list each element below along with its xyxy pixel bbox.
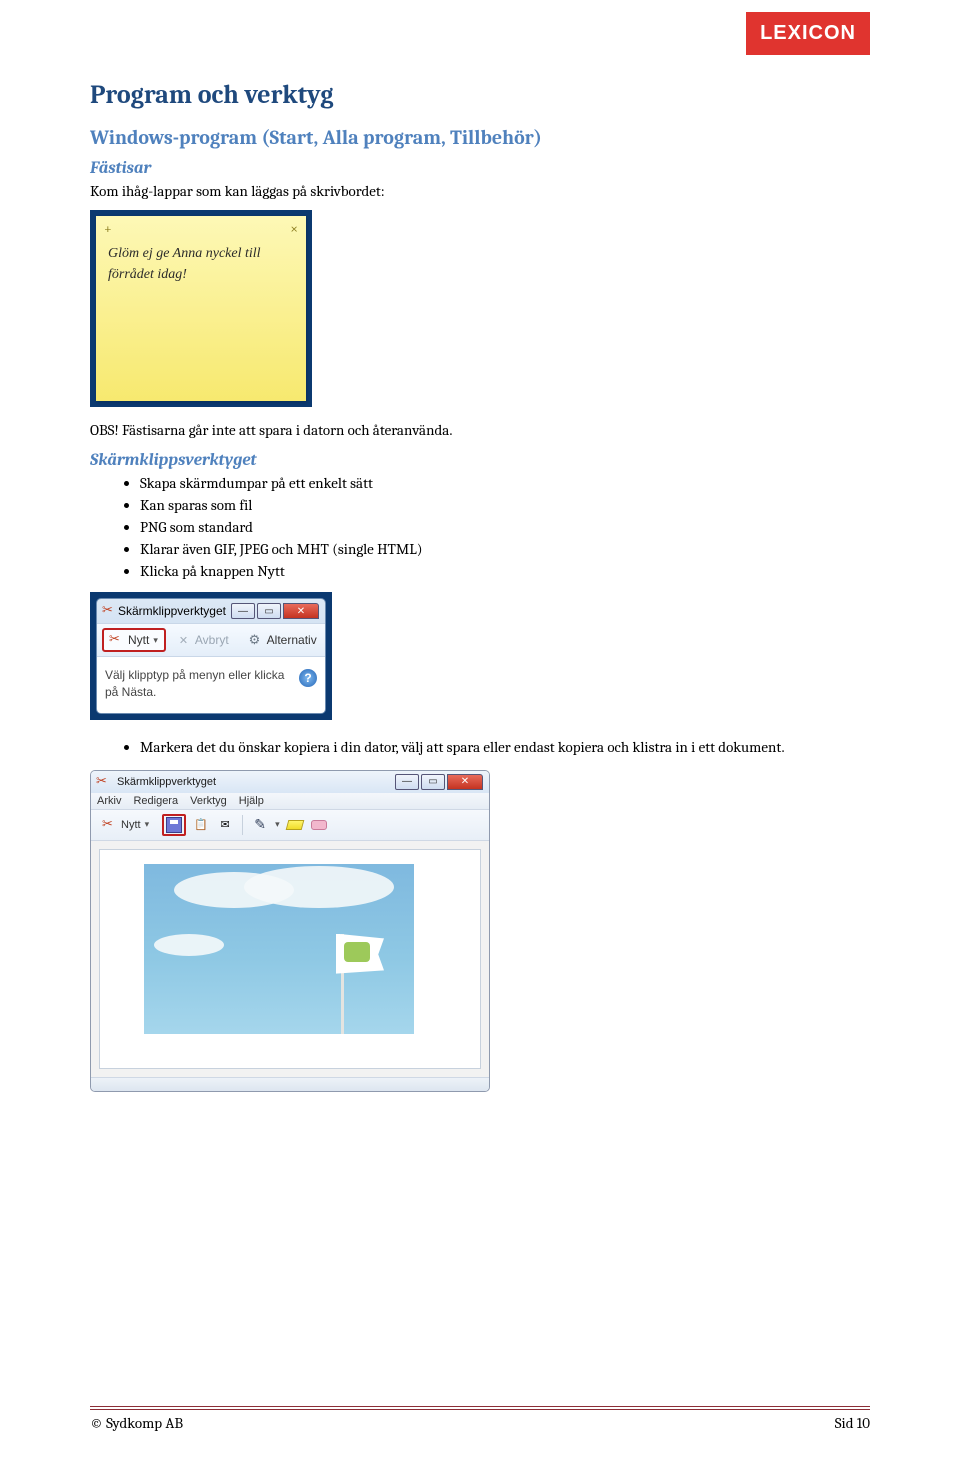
page-footer: © Sydkomp AB Sid 10 bbox=[90, 1406, 870, 1432]
scissors-icon bbox=[103, 604, 113, 618]
menu-redigera[interactable]: Redigera bbox=[133, 795, 178, 807]
toolbar: Nytt ▾ Avbryt Alternativ bbox=[97, 623, 325, 657]
x-icon bbox=[179, 633, 191, 647]
options-button-label: Alternativ bbox=[267, 633, 317, 647]
copy-button[interactable]: 📋 bbox=[192, 816, 210, 834]
minimize-button[interactable]: — bbox=[395, 774, 419, 790]
snip-heading: Skärmklippsverktyget bbox=[90, 451, 870, 470]
list-item: PNG som standard bbox=[140, 518, 870, 536]
cloud-shape bbox=[154, 934, 224, 956]
new-button[interactable]: Nytt ▾ bbox=[102, 628, 166, 652]
menu-arkiv[interactable]: Arkiv bbox=[97, 795, 121, 807]
minimize-button[interactable]: — bbox=[231, 603, 255, 619]
pen-icon bbox=[254, 816, 266, 833]
new-button-label: Nytt bbox=[128, 633, 149, 647]
scissors-icon bbox=[97, 775, 111, 789]
sticky-note-screenshot: + × Glöm ej ge Anna nyckel till förrådet… bbox=[90, 210, 312, 407]
list-item: Klicka på knappen Nytt bbox=[140, 562, 870, 580]
sticky-close-icon: × bbox=[290, 220, 298, 237]
eraser-button[interactable] bbox=[310, 816, 328, 834]
sticky-add-icon: + bbox=[104, 220, 112, 237]
window-title: Skärmklippverktyget bbox=[117, 776, 389, 788]
mail-button[interactable]: ✉ bbox=[216, 816, 234, 834]
captured-sky-image bbox=[144, 864, 414, 1034]
menu-bar: Arkiv Redigera Verktyg Hjälp bbox=[91, 793, 489, 810]
flag bbox=[336, 934, 384, 974]
list-item: Skapa skärmdumpar på ett enkelt sätt bbox=[140, 474, 870, 492]
chevron-down-icon: ▾ bbox=[153, 635, 158, 646]
list-item: Markera det du önskar kopiera i din dato… bbox=[140, 738, 870, 756]
document-page: Program och verktyg Windows-program (Sta… bbox=[0, 0, 960, 1182]
footer-left: © Sydkomp AB bbox=[90, 1414, 183, 1432]
close-button[interactable]: ✕ bbox=[283, 603, 319, 619]
sticky-note-text: Glöm ej ge Anna nyckel till förrådet ida… bbox=[96, 241, 306, 287]
cloud-shape bbox=[244, 866, 394, 908]
separator bbox=[242, 815, 243, 835]
titlebar: Skärmklippverktyget — ▭ ✕ bbox=[91, 771, 489, 793]
save-button[interactable] bbox=[162, 814, 186, 836]
scissors-icon bbox=[103, 818, 117, 832]
chevron-down-icon: ▾ bbox=[145, 819, 150, 830]
pen-button[interactable] bbox=[251, 816, 269, 834]
cancel-button-label: Avbryt bbox=[195, 633, 229, 647]
status-bar bbox=[91, 1077, 489, 1091]
menu-verktyg[interactable]: Verktyg bbox=[190, 795, 227, 807]
maximize-button[interactable]: ▭ bbox=[257, 603, 281, 619]
footer-right: Sid 10 bbox=[835, 1414, 870, 1432]
list-item: Klarar även GIF, JPEG och MHT (single HT… bbox=[140, 540, 870, 558]
help-icon[interactable]: ? bbox=[299, 669, 317, 687]
new-button[interactable]: Nytt ▾ bbox=[96, 814, 156, 836]
options-button[interactable]: Alternativ bbox=[242, 628, 324, 652]
titlebar: Skärmklippverktyget — ▭ ✕ bbox=[97, 599, 325, 623]
chevron-down-icon[interactable]: ▾ bbox=[275, 819, 280, 830]
menu-hjalp[interactable]: Hjälp bbox=[239, 795, 264, 807]
capture-canvas bbox=[99, 849, 481, 1069]
cancel-button[interactable]: Avbryt bbox=[172, 629, 236, 651]
page-title: Program och verktyg bbox=[90, 80, 870, 110]
fastisar-intro: Kom ihåg-lappar som kan läggas på skrivb… bbox=[90, 182, 870, 200]
scissors-icon bbox=[110, 633, 124, 647]
snip-bullet-list: Skapa skärmdumpar på ett enkelt sätt Kan… bbox=[140, 474, 870, 580]
snipping-tool-window: Skärmklippverktyget — ▭ ✕ Nytt ▾ Avbryt bbox=[96, 598, 326, 714]
maximize-button[interactable]: ▭ bbox=[421, 774, 445, 790]
brand-logo: LEXICON bbox=[746, 12, 870, 55]
gear-icon bbox=[249, 632, 263, 648]
close-button[interactable]: ✕ bbox=[447, 774, 483, 790]
fastisar-obs: OBS! Fästisarna går inte att spara i dat… bbox=[90, 421, 870, 439]
highlighter-icon bbox=[285, 820, 304, 830]
window-title: Skärmklippverktyget bbox=[118, 604, 226, 618]
subsection-title: Windows-program (Start, Alla program, Ti… bbox=[90, 126, 870, 149]
toolbar: Nytt ▾ 📋 ✉ ▾ bbox=[91, 810, 489, 841]
list-item: Kan sparas som fil bbox=[140, 496, 870, 514]
fastisar-heading: Fästisar bbox=[90, 159, 870, 178]
flag-emblem bbox=[344, 942, 370, 962]
eraser-icon bbox=[311, 820, 327, 830]
new-button-label: Nytt bbox=[121, 819, 141, 831]
snip-window-screenshot: Skärmklippverktyget — ▭ ✕ Nytt ▾ Avbryt bbox=[90, 592, 332, 720]
hint-text: Välj klipptyp på menyn eller klicka på N… bbox=[105, 667, 291, 701]
sticky-note: + × Glöm ej ge Anna nyckel till förrådet… bbox=[96, 216, 306, 401]
snip-editor-screenshot: Skärmklippverktyget — ▭ ✕ Arkiv Redigera… bbox=[90, 770, 490, 1092]
snip-bullet-list-2: Markera det du önskar kopiera i din dato… bbox=[140, 738, 870, 756]
highlighter-button[interactable] bbox=[286, 816, 304, 834]
floppy-icon bbox=[166, 817, 182, 833]
